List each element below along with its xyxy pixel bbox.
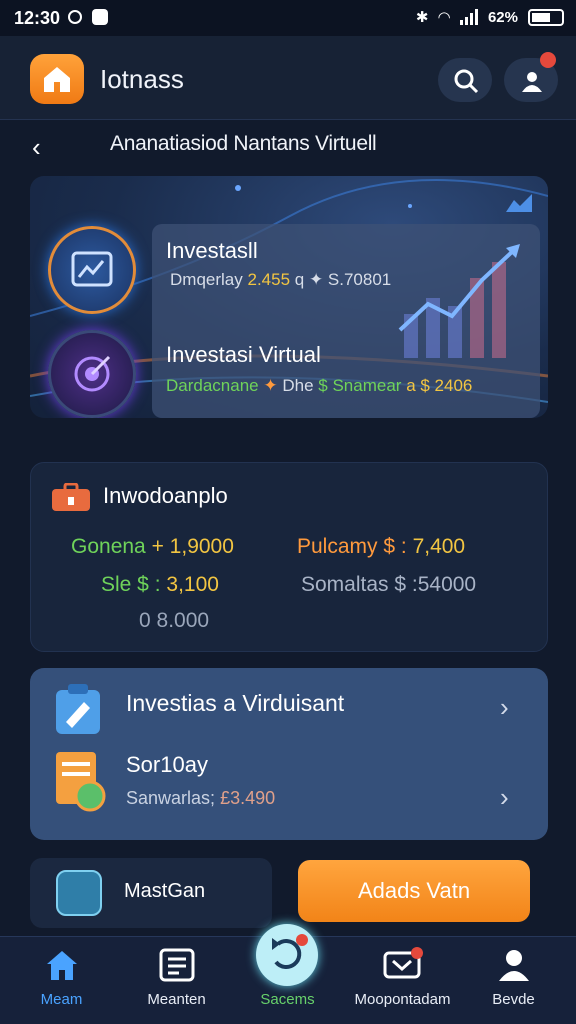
profile-icon: [522, 72, 542, 92]
virtual-investment-card[interactable]: Investias a Virduisant › Sor10ay Sanwarl…: [30, 668, 548, 840]
app-header: Iotnass: [0, 36, 576, 120]
signal-icon: [459, 9, 478, 25]
back-button[interactable]: ‹: [32, 132, 41, 163]
sync-fab-button[interactable]: [256, 924, 318, 986]
tab-menu[interactable]: Meanten: [119, 937, 234, 1024]
invest-item1-title[interactable]: Investias a Virduisant: [126, 690, 344, 717]
message-icon: [383, 947, 423, 979]
chevron-right-icon[interactable]: ›: [500, 782, 509, 813]
document-coin-icon: [56, 752, 106, 812]
refresh-icon: [272, 934, 308, 970]
master-gain-button[interactable]: MastGan: [30, 858, 272, 928]
wifi-icon: ◠: [438, 9, 450, 26]
target-badge-icon[interactable]: [48, 330, 136, 418]
notification-icon: [68, 10, 82, 24]
growth-chart-icon: [398, 244, 520, 358]
chevron-right-icon[interactable]: ›: [500, 692, 509, 723]
clipboard-icon: [56, 684, 100, 734]
gauge-icon: [56, 870, 102, 916]
add-virtual-button[interactable]: Adads Vatn: [298, 860, 530, 922]
status-time: 12:30: [14, 8, 61, 28]
hero-card2-line: Dardacnane ✦ Dhe $ Snamear a $ 2406: [166, 376, 473, 395]
page-title: Ananatiasiod Nantans Virtuell: [110, 132, 377, 155]
user-icon: [498, 950, 529, 981]
chart-badge-icon[interactable]: [48, 226, 136, 314]
hero-banner: Investasll Dmqerlay 2.455 q ✦ S.70801 In…: [30, 176, 548, 418]
invest-item2-title[interactable]: Sor10ay: [126, 752, 208, 778]
summary-row3: 0 8.000: [139, 609, 210, 632]
home-icon: [46, 951, 77, 980]
tab-messages[interactable]: Moopontadam: [345, 937, 460, 1024]
portfolio-summary-card: Inwodoanplo Gonena + 1,9000 Pulcamy $ : …: [30, 462, 548, 652]
summary-row1-left: Gonena + 1,9000: [71, 535, 234, 558]
invest-item2-detail: Sanwarlas; £3.490: [126, 788, 276, 808]
tab-home[interactable]: Meam: [4, 937, 119, 1024]
bluetooth-icon: ✱: [415, 9, 429, 26]
app-notification-icon: [92, 9, 108, 25]
master-gain-label: MastGan: [124, 880, 206, 902]
app-title: Iotnass: [100, 64, 184, 94]
hero-info-panel: Investasll Dmqerlay 2.455 q ✦ S.70801 In…: [152, 224, 540, 418]
summary-row2-right: Somaltas $ :54000: [301, 573, 477, 596]
list-icon: [159, 948, 194, 982]
summary-row2-left: Sle $ : 3,100: [101, 573, 219, 596]
profile-button[interactable]: [504, 52, 558, 102]
notification-badge: [540, 52, 556, 68]
hero-card1-title: Investasll: [166, 238, 258, 263]
trend-icon: [506, 194, 532, 212]
hero-card2-title: Investasi Virtual: [166, 342, 321, 367]
app-logo: [30, 54, 84, 104]
status-bar: 12:30 ✱ ◠ 62%: [0, 0, 576, 36]
search-button[interactable]: [438, 58, 492, 102]
summary-title: Inwodoanplo: [103, 483, 228, 508]
battery-percent: 62%: [487, 8, 518, 26]
battery-icon: [528, 8, 564, 26]
search-icon: [454, 69, 479, 94]
hero-card1-line: Dmqerlay 2.455 q ✦ S.70801: [170, 270, 392, 289]
briefcase-icon: [52, 483, 90, 511]
summary-row1-right: Pulcamy $ : 7,400: [297, 535, 466, 558]
tab-profile[interactable]: Bevde: [456, 937, 571, 1024]
